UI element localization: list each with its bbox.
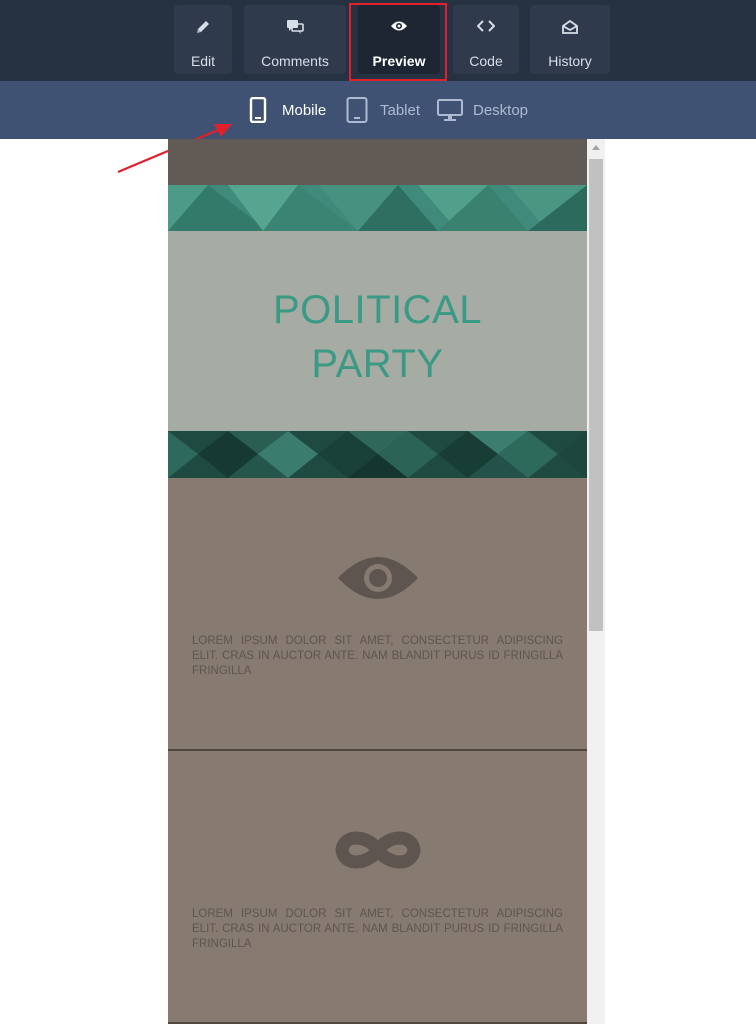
hero-section: POLITICAL PARTY [168, 231, 587, 431]
device-desktop-label: Desktop [473, 102, 529, 119]
feature-section: LOREM IPSUM DOLOR SIT AMET, CONSECTETUR … [168, 478, 587, 749]
history-label: History [548, 53, 592, 69]
feature-text: LOREM IPSUM DOLOR SIT AMET, CONSECTETUR … [192, 635, 563, 677]
device-mobile-label: Mobile [282, 102, 327, 119]
eye-icon [358, 19, 440, 37]
device-mobile-button[interactable]: Mobile [249, 96, 331, 128]
tablet-icon [346, 97, 368, 128]
feature-section: LOREM IPSUM DOLOR SIT AMET, CONSECTETUR … [168, 751, 587, 1022]
preview-button[interactable]: Preview [358, 5, 440, 74]
preview-label: Preview [372, 53, 426, 69]
code-button[interactable]: Code [453, 5, 519, 74]
comments-label: Comments [261, 53, 329, 69]
top-strip [168, 139, 587, 185]
scroll-thumb[interactable] [589, 159, 603, 631]
geometric-banner-bottom [168, 431, 587, 478]
device-tablet-button[interactable]: Tablet [346, 97, 426, 125]
history-button[interactable]: History [530, 5, 610, 74]
edit-button[interactable]: Edit [174, 5, 232, 74]
scroll-up-arrow-icon[interactable] [592, 145, 600, 150]
infinity-icon [168, 827, 587, 878]
hero-title: POLITICAL PARTY [168, 283, 587, 391]
pencil-icon [174, 19, 232, 37]
preview-scrollbar[interactable] [587, 139, 605, 1024]
comments-button[interactable]: Comments [244, 5, 346, 74]
mobile-icon [249, 96, 267, 128]
editor-toolbar: Edit Comments Preview Code History [0, 0, 756, 81]
device-tablet-label: Tablet [380, 102, 421, 119]
feature-text: LOREM IPSUM DOLOR SIT AMET, CONSECTETUR … [192, 908, 563, 950]
envelope-open-icon [530, 19, 610, 37]
preview-content: POLITICAL PARTY LOREM IPSUM DOLOR SIT AM… [168, 139, 587, 1024]
comments-icon [244, 19, 346, 37]
device-desktop-button[interactable]: Desktop [437, 97, 532, 125]
code-icon [453, 19, 519, 37]
code-label: Code [469, 53, 503, 69]
desktop-icon [437, 97, 463, 128]
hero-title-line1: POLITICAL [272, 288, 482, 332]
geometric-banner-top [168, 185, 587, 231]
eye-icon [168, 548, 587, 613]
hero-title-line2: PARTY [311, 342, 444, 386]
mobile-preview-frame[interactable]: POLITICAL PARTY LOREM IPSUM DOLOR SIT AM… [168, 139, 605, 1024]
edit-label: Edit [190, 53, 216, 69]
